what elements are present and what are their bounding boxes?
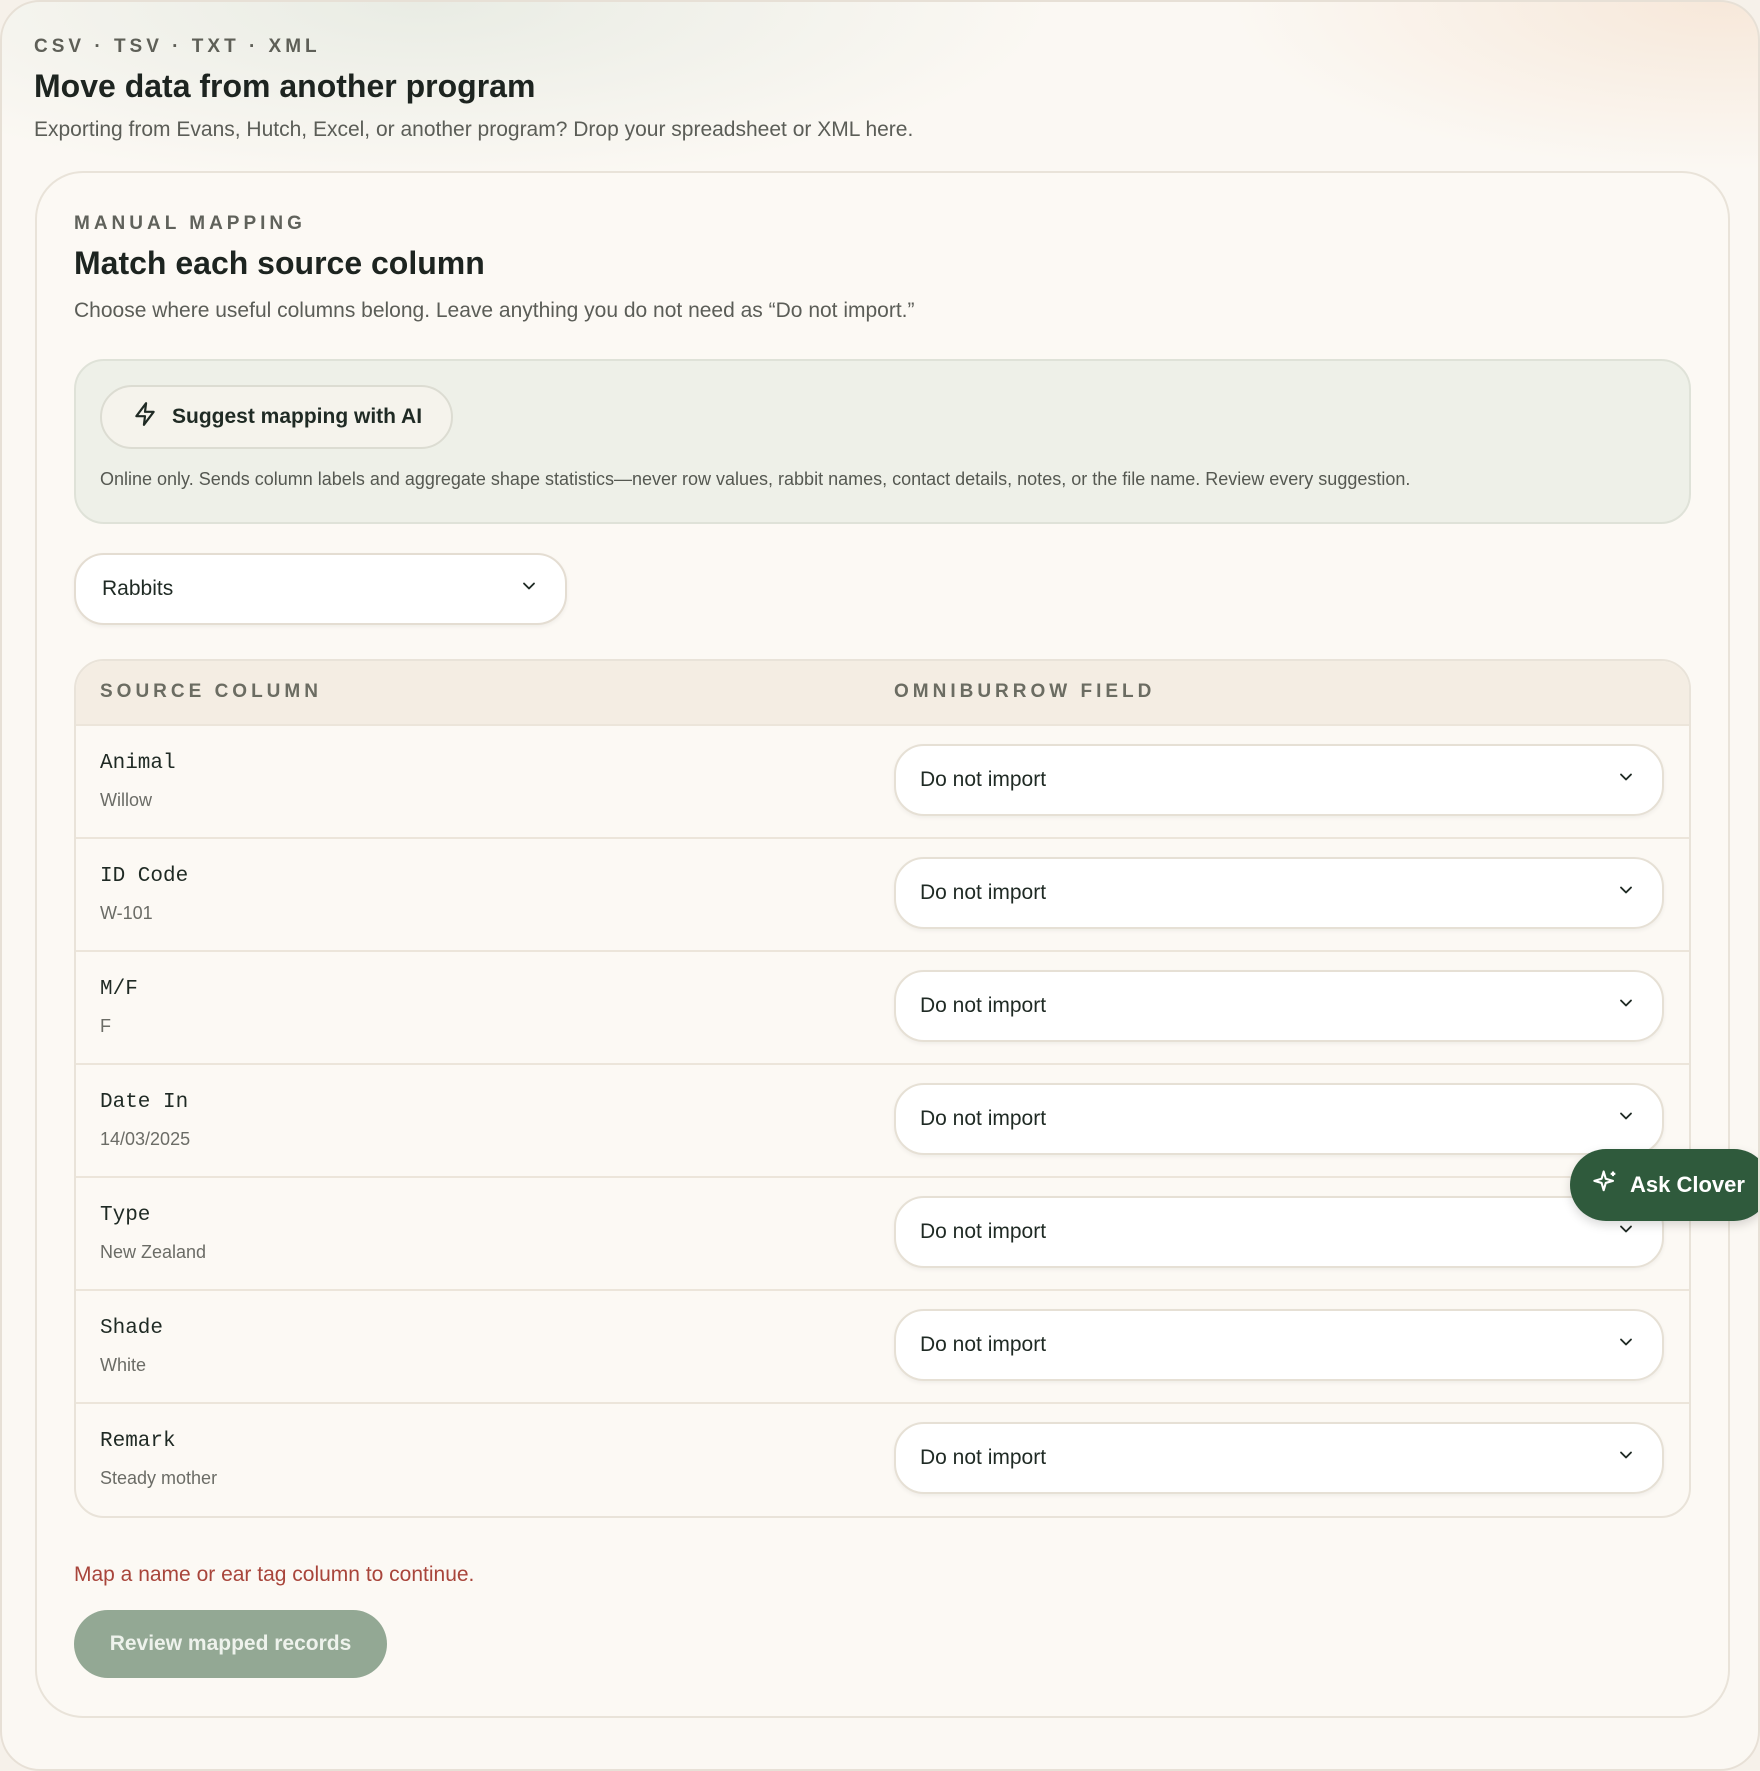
suggest-mapping-label: Suggest mapping with AI xyxy=(172,405,423,428)
table-row: Remark Steady mother Do not import xyxy=(76,1404,1689,1516)
source-column-name: Shade xyxy=(100,1317,164,1340)
chevron-down-icon xyxy=(1616,767,1636,793)
formats-eyebrow: CSV · TSV · TXT · XML xyxy=(34,36,321,57)
field-select-value: Do not import xyxy=(920,1446,1047,1469)
mapping-eyebrow: MANUAL MAPPING xyxy=(74,213,306,234)
source-sample-value: F xyxy=(100,1016,111,1036)
source-sample-value: Steady mother xyxy=(100,1468,218,1488)
header-omniburrow-field: OMNIBURROW FIELD xyxy=(894,681,1156,702)
field-select[interactable]: Do not import xyxy=(894,1083,1664,1155)
field-select-value: Do not import xyxy=(920,1333,1047,1356)
source-column-name: Animal xyxy=(100,752,176,775)
field-select[interactable]: Do not import xyxy=(894,970,1664,1042)
chevron-down-icon xyxy=(1616,1445,1636,1471)
manual-mapping-card: MANUAL MAPPING Match each source column … xyxy=(35,171,1730,1718)
table-row: ID Code W-101 Do not import xyxy=(76,839,1689,952)
table-row: Date In 14/03/2025 Do not import xyxy=(76,1065,1689,1178)
sparkle-icon xyxy=(1592,1168,1620,1202)
field-select[interactable]: Do not import xyxy=(894,1196,1664,1268)
ai-suggest-panel: Suggest mapping with AI Online only. Sen… xyxy=(74,359,1691,524)
source-column-name: ID Code xyxy=(100,865,189,888)
header-source-column: SOURCE COLUMN xyxy=(100,681,322,702)
lightning-icon xyxy=(132,401,158,433)
field-select-value: Do not import xyxy=(920,768,1047,791)
field-select-value: Do not import xyxy=(920,881,1047,904)
suggest-mapping-ai-button[interactable]: Suggest mapping with AI xyxy=(100,385,453,449)
record-type-select[interactable]: Rabbits xyxy=(74,553,567,625)
field-select[interactable]: Do not import xyxy=(894,857,1664,929)
chevron-down-icon xyxy=(1616,1106,1636,1132)
table-row: Shade White Do not import xyxy=(76,1291,1689,1404)
ask-clover-label: Ask Clover xyxy=(1630,1172,1745,1197)
chevron-down-icon xyxy=(519,576,539,602)
chevron-down-icon xyxy=(1616,1219,1636,1245)
source-sample-value: New Zealand xyxy=(100,1242,207,1262)
field-select-value: Do not import xyxy=(920,1107,1047,1130)
record-type-value: Rabbits xyxy=(102,577,174,600)
chevron-down-icon xyxy=(1616,880,1636,906)
source-sample-value: 14/03/2025 xyxy=(100,1129,191,1149)
source-sample-value: W-101 xyxy=(100,903,153,923)
table-row: Type New Zealand Do not import xyxy=(76,1178,1689,1291)
chevron-down-icon xyxy=(1616,1332,1636,1358)
table-row: M/F F Do not import xyxy=(76,952,1689,1065)
field-select[interactable]: Do not import xyxy=(894,744,1664,816)
table-row: Animal Willow Do not import xyxy=(76,726,1689,839)
source-column-name: M/F xyxy=(100,978,138,1001)
chevron-down-icon xyxy=(1616,993,1636,1019)
field-select-value: Do not import xyxy=(920,994,1047,1017)
ai-privacy-note: Online only. Sends column labels and agg… xyxy=(100,469,1411,489)
mapping-title: Match each source column xyxy=(74,245,485,281)
mapping-description: Choose where useful columns belong. Leav… xyxy=(74,299,915,322)
ask-clover-button[interactable]: Ask Clover xyxy=(1570,1149,1758,1221)
field-select[interactable]: Do not import xyxy=(894,1422,1664,1494)
field-select-value: Do not import xyxy=(920,1220,1047,1243)
page-title: Move data from another program xyxy=(34,68,536,104)
mapping-table: SOURCE COLUMN OMNIBURROW FIELD Animal Wi… xyxy=(74,659,1691,1518)
source-sample-value: Willow xyxy=(100,790,152,810)
review-mapped-records-button[interactable]: Review mapped records xyxy=(74,1610,387,1678)
source-column-name: Date In xyxy=(100,1091,189,1114)
page-subtitle: Exporting from Evans, Hutch, Excel, or a… xyxy=(34,118,914,141)
source-column-name: Type xyxy=(100,1204,151,1227)
mapping-error-message: Map a name or ear tag column to continue… xyxy=(74,1563,475,1586)
import-page: CSV · TSV · TXT · XML Move data from ano… xyxy=(0,0,1760,1771)
source-column-name: Remark xyxy=(100,1430,176,1453)
source-sample-value: White xyxy=(100,1355,147,1375)
table-header: SOURCE COLUMN OMNIBURROW FIELD xyxy=(76,661,1689,726)
field-select[interactable]: Do not import xyxy=(894,1309,1664,1381)
